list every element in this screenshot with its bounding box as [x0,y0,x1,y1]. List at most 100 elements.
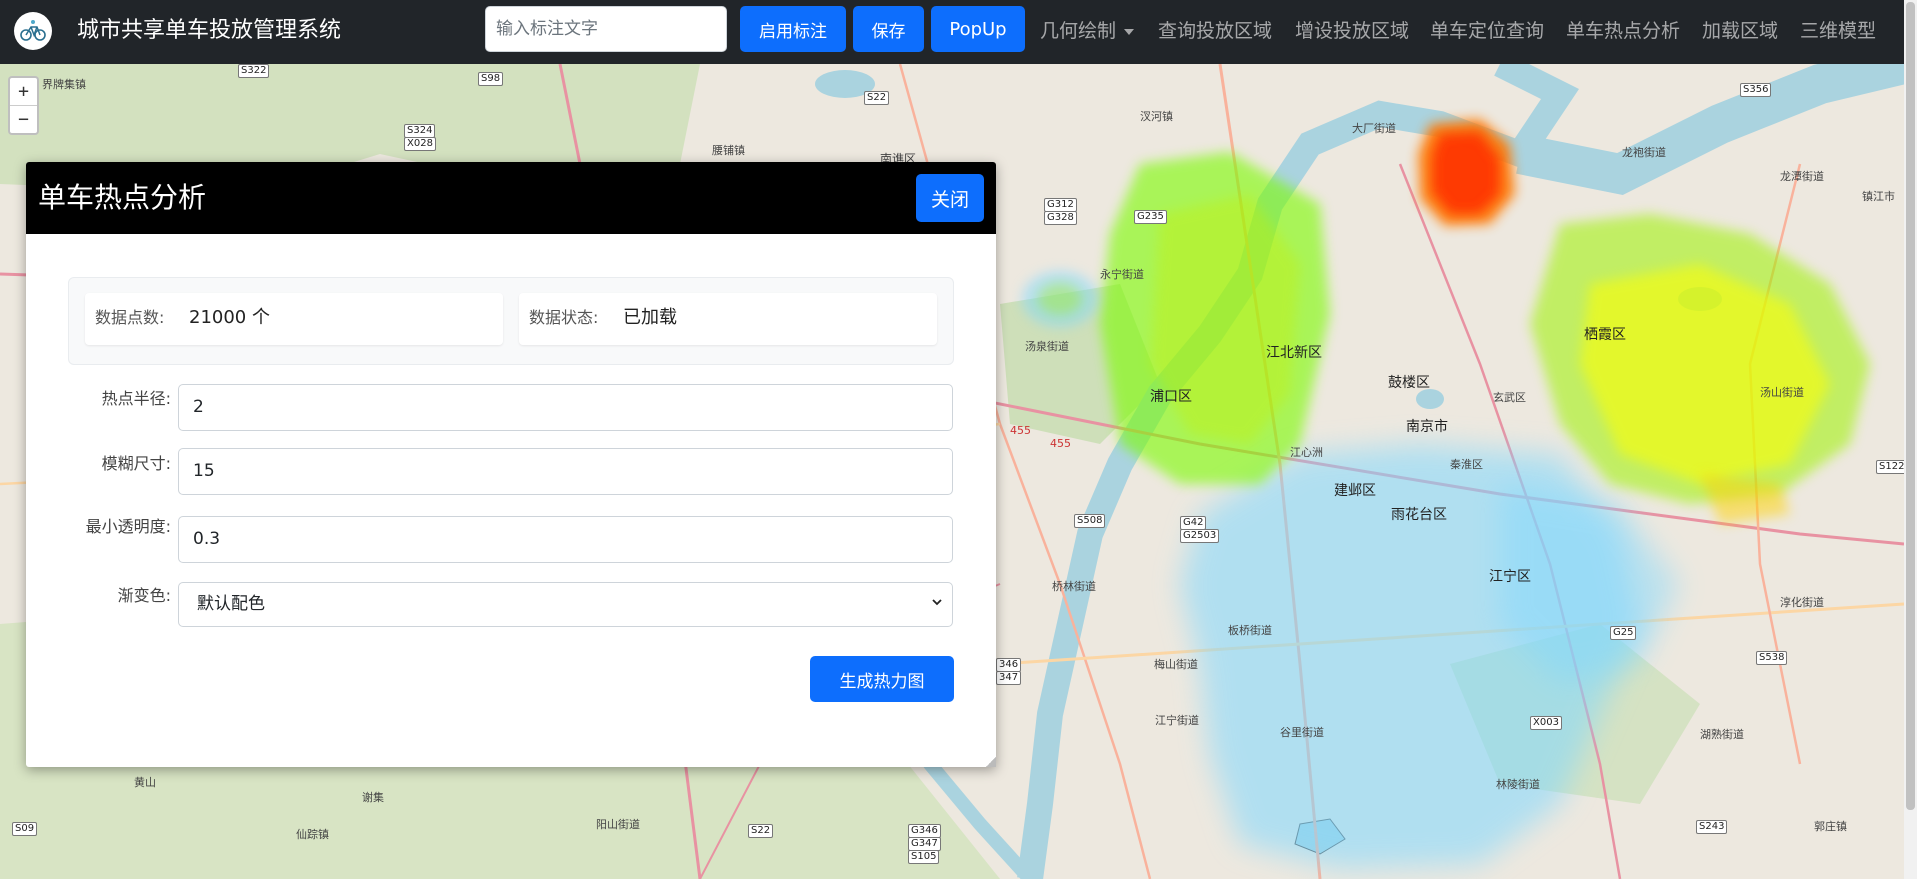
nav-add-area[interactable]: 增设投放区域 [1295,16,1409,46]
panel-title: 单车热点分析 [38,181,207,214]
road-badge: S538 [1756,651,1788,665]
nav-bike-locate[interactable]: 单车定位查询 [1430,16,1544,46]
blur-input[interactable]: 15 [178,448,953,495]
data-status-value: 已加载 [623,307,677,328]
map-place-label: 镇江市 [1862,190,1895,203]
road-badge: S22 [748,824,774,838]
road-badge: S98 [478,72,504,86]
map-road-number: 455 [1010,424,1031,437]
road-badge: 346 [996,658,1022,672]
nav-geometry-draw-dropdown[interactable]: 几何绘制 [1040,16,1135,46]
nav-item-label: 几何绘制 [1040,20,1117,42]
road-badge: G25 [1610,626,1637,640]
map-place-label: 大厂街道 [1352,122,1396,135]
map-place-label: 鼓楼区 [1388,375,1430,391]
map-place-label: 黄山 [134,776,156,789]
points-count-value: 21000 个 [189,307,270,328]
min-opacity-label: 最小透明度: [85,517,171,536]
road-badge: X003 [1530,716,1562,730]
radius-input[interactable]: 2 [178,384,953,431]
points-count-label: 数据点数: [95,308,165,327]
road-badge: G347 [908,837,941,851]
data-stats-box: 数据点数: 21000 个 数据状态: 已加载 [68,277,954,365]
radius-label: 热点半径: [101,389,171,408]
road-badge: G2503 [1180,529,1220,543]
road-badge: S105 [908,850,940,864]
map-place-label: 玄武区 [1493,391,1526,404]
min-opacity-input[interactable]: 0.3 [178,516,953,563]
nav-3d-model[interactable]: 三维模型 [1800,16,1876,46]
map-place-label: 汊河镇 [1140,110,1173,123]
map-place-label: 淳化街道 [1780,596,1824,609]
map-place-label: 汤泉街道 [1025,340,1069,353]
map-place-label: 谢集 [362,791,384,804]
panel-header[interactable]: 单车热点分析 关闭 [26,162,996,234]
map-place-label: 雨花台区 [1391,507,1447,523]
map-place-label: 栖霞区 [1584,327,1626,343]
map-place-label: 桥林街道 [1052,580,1096,593]
road-badge: S322 [238,64,270,78]
map-place-label: 江北新区 [1266,345,1322,361]
map-place-label: 龙袍街道 [1622,146,1666,159]
app-logo-icon[interactable] [14,12,52,50]
map-place-label: 仙踪镇 [296,828,329,841]
map-place-label: 建邺区 [1334,483,1376,499]
map-place-label: 腰铺镇 [712,144,745,157]
top-navbar: 城市共享单车投放管理系统 启用标注 保存 PopUp 几何绘制 查询投放区域 增… [0,0,1917,64]
road-badge: G312 [1044,198,1077,212]
map-place-label: 江宁区 [1489,569,1531,585]
map-place-label: 谷里街道 [1280,726,1324,739]
gradient-select-value: 默认配色 [197,594,265,614]
close-button[interactable]: 关闭 [916,174,984,222]
caret-down-icon [1124,28,1135,35]
resize-handle-icon[interactable] [986,757,996,767]
map-place-label: 永宁街道 [1100,268,1144,281]
gradient-label: 渐变色: [117,586,171,605]
page-scrollbar[interactable] [1904,0,1917,879]
map-place-label: 江宁街道 [1155,714,1199,727]
road-badge: 347 [996,671,1022,685]
road-badge: S324 [404,124,436,138]
data-status-card: 数据状态: 已加载 [519,293,937,345]
chevron-down-icon [932,599,942,606]
map-place-label: 南京市 [1406,419,1448,435]
map-place-label: 浦口区 [1150,389,1192,405]
popup-button[interactable]: PopUp [931,6,1025,52]
map-place-label: 郭庄镇 [1814,820,1847,833]
map-place-label: 板桥街道 [1228,624,1272,637]
map-place-label: 江心洲 [1290,446,1323,459]
map-road-number: 455 [1050,437,1071,450]
road-badge: S09 [12,822,38,836]
map-zoom-control: + − [8,76,39,135]
map-place-label: 龙潭街道 [1780,170,1824,183]
road-badge: S243 [1696,820,1728,834]
nav-load-area[interactable]: 加载区域 [1702,16,1778,46]
road-badge: S122 [1876,460,1904,474]
label-text-input[interactable] [485,6,727,52]
zoom-out-button[interactable]: − [10,105,37,133]
road-badge: S508 [1074,514,1106,528]
scrollbar-thumb[interactable] [1906,2,1915,810]
nav-hotspot-analysis[interactable]: 单车热点分析 [1566,16,1680,46]
road-badge: G328 [1044,211,1077,225]
road-badge: X028 [404,137,436,151]
road-badge: S22 [864,91,890,105]
blur-label: 模糊尺寸: [101,454,171,473]
generate-heatmap-button[interactable]: 生成热力图 [810,656,954,702]
map-place-label: 湖熟街道 [1700,728,1744,741]
nav-query-area[interactable]: 查询投放区域 [1158,16,1272,46]
app-title: 城市共享单车投放管理系统 [77,18,342,43]
gradient-select[interactable]: 默认配色 [178,582,953,627]
save-button[interactable]: 保存 [853,6,924,52]
map-place-label: 汤山街道 [1760,386,1804,399]
road-badge: G346 [908,824,941,838]
map-place-label: 林陵街道 [1496,778,1540,791]
map-place-label: 界牌集镇 [42,78,86,91]
map-place-label: 阳山街道 [596,818,640,831]
data-status-label: 数据状态: [529,308,599,327]
zoom-in-button[interactable]: + [10,78,37,105]
enable-label-button[interactable]: 启用标注 [740,6,846,52]
points-count-card: 数据点数: 21000 个 [85,293,503,345]
road-badge: S356 [1740,83,1772,97]
hotspot-analysis-panel: 单车热点分析 关闭 数据点数: 21000 个 数据状态: 已加载 热点半径: … [26,162,996,767]
